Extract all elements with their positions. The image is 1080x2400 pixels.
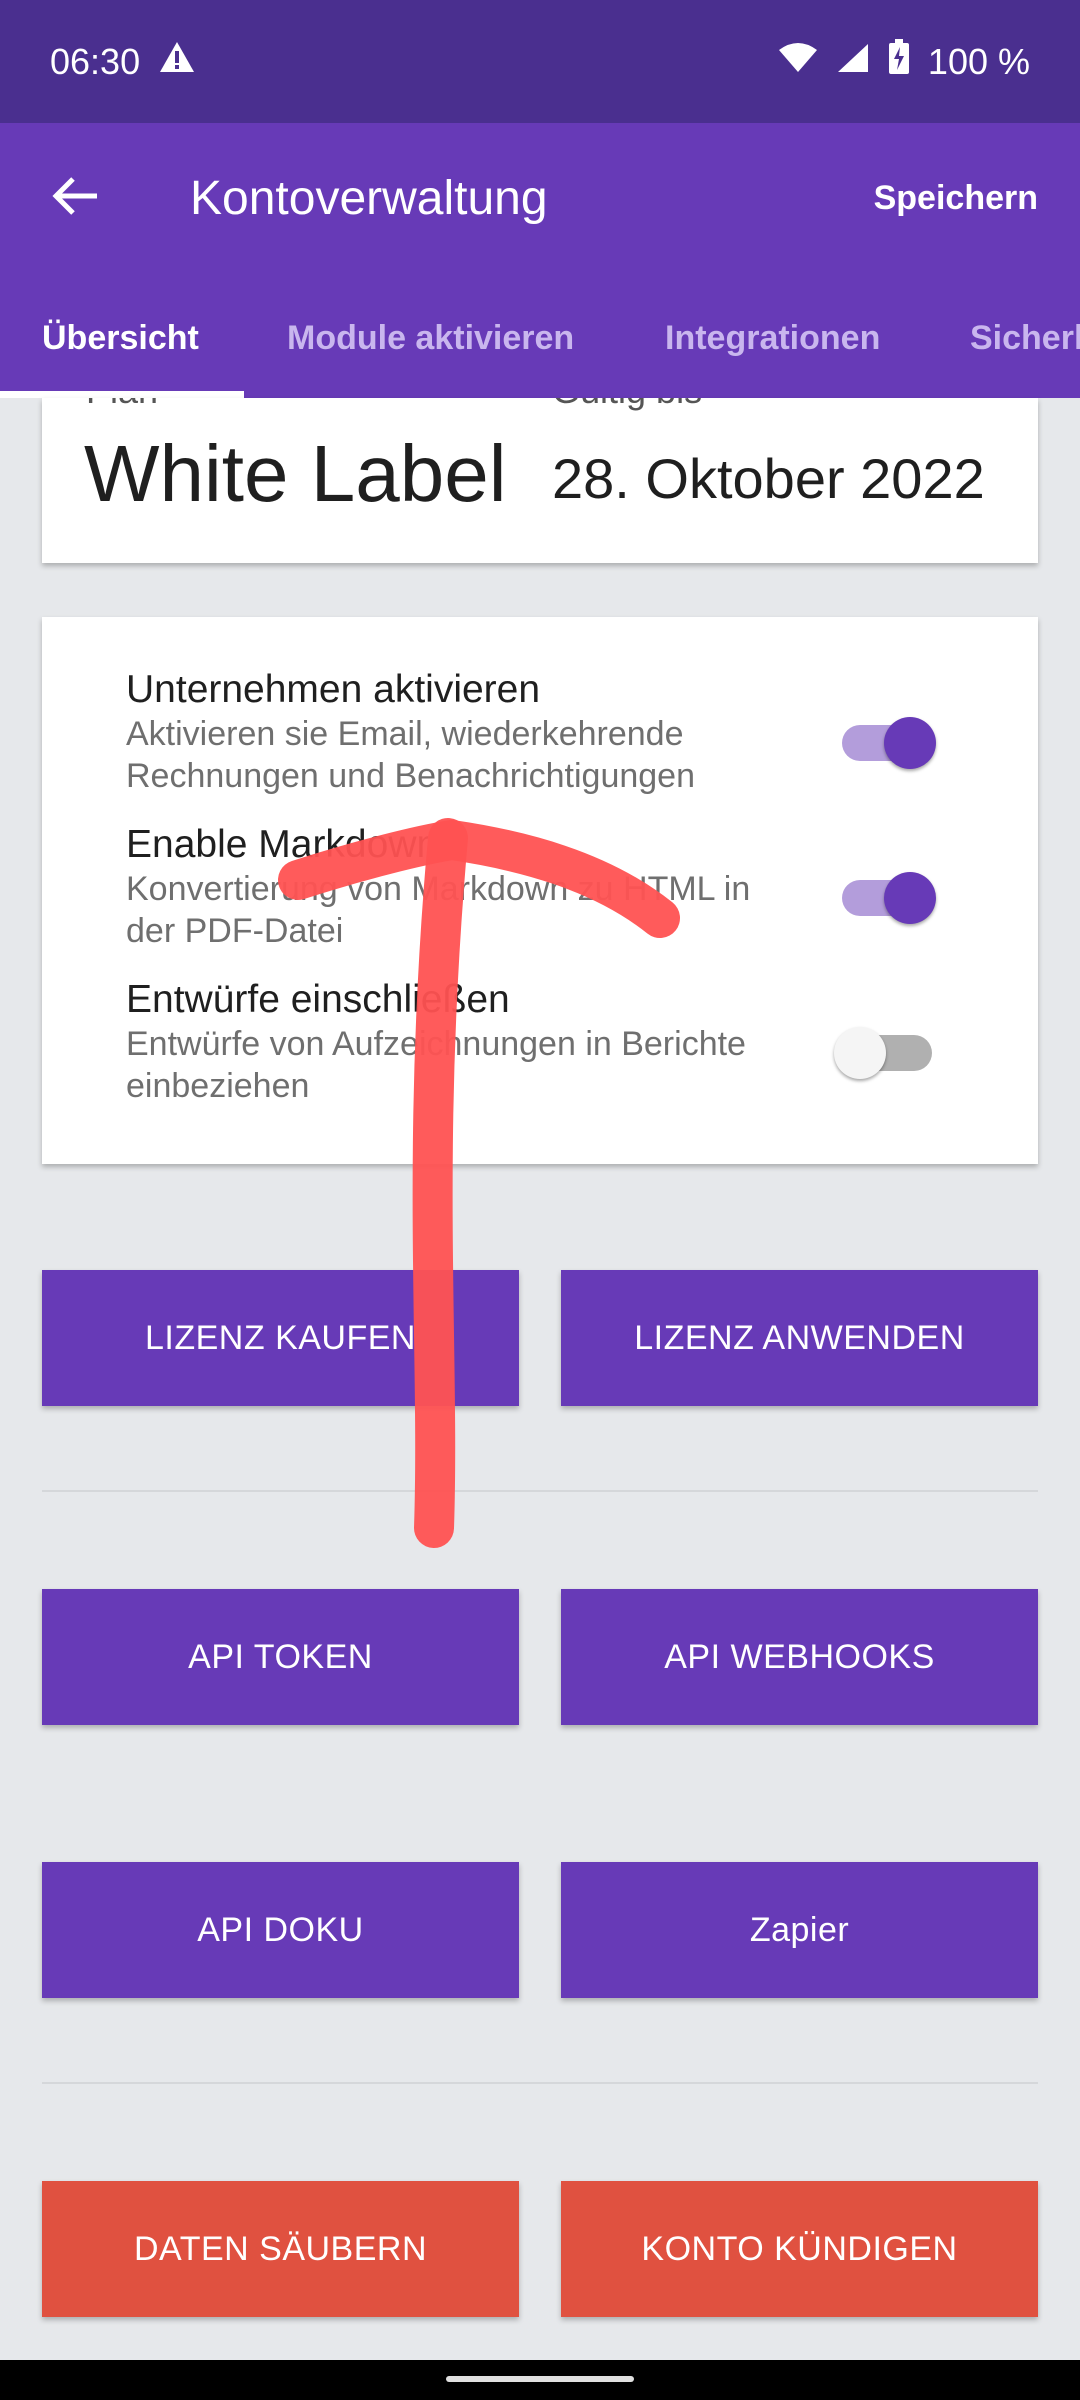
tab-security[interactable]: Sicherh bbox=[970, 273, 1080, 398]
tab-indicator bbox=[0, 391, 244, 398]
plan-value: White Label bbox=[84, 429, 507, 518]
divider bbox=[42, 2082, 1038, 2084]
warning-icon bbox=[158, 40, 196, 83]
divider bbox=[42, 1490, 1038, 1492]
battery-charging-icon bbox=[888, 39, 910, 84]
buy-license-button[interactable]: LIZENZ KAUFEN bbox=[42, 1270, 519, 1406]
setting-description: Aktivieren sie Email, wiederkehrende Rec… bbox=[126, 715, 696, 795]
api-webhooks-button[interactable]: API WEBHOOKS bbox=[561, 1589, 1038, 1725]
tab-modules[interactable]: Module aktivieren bbox=[287, 273, 574, 398]
setting-include-drafts: Entwürfe einschließen Entwürfe von Aufze… bbox=[126, 977, 806, 1107]
system-nav-bar bbox=[0, 2360, 1080, 2400]
enable-company-toggle[interactable] bbox=[832, 705, 942, 769]
app-bar: Kontoverwaltung Speichern Übersicht Modu… bbox=[0, 123, 1080, 398]
tab-bar: Übersicht Module aktivieren Integratione… bbox=[0, 273, 1080, 398]
zapier-button[interactable]: Zapier bbox=[561, 1862, 1038, 1998]
home-gesture-handle[interactable] bbox=[446, 2376, 634, 2382]
valid-until-label: Gültig bis bbox=[552, 398, 702, 412]
back-button[interactable] bbox=[40, 163, 110, 233]
tab-integrations[interactable]: Integrationen bbox=[665, 273, 880, 398]
enable-markdown-toggle[interactable] bbox=[832, 860, 942, 924]
setting-description: Konvertierung von Markdown zu HTML in de… bbox=[126, 870, 751, 950]
setting-title: Entwürfe einschließen bbox=[126, 978, 510, 1021]
setting-title: Unternehmen aktivieren bbox=[126, 668, 541, 711]
tab-overview[interactable]: Übersicht bbox=[42, 273, 199, 398]
battery-level: 100 % bbox=[927, 40, 1030, 82]
wifi-icon bbox=[778, 41, 818, 83]
setting-description: Entwürfe von Aufzeichnungen in Berichte … bbox=[126, 1025, 746, 1105]
status-time: 06:30 bbox=[50, 40, 141, 82]
api-token-button[interactable]: API TOKEN bbox=[42, 1589, 519, 1725]
status-bar: 06:30 100 % bbox=[0, 0, 1080, 123]
purge-data-button[interactable]: DATEN SÄUBERN bbox=[42, 2181, 519, 2317]
api-docs-button[interactable]: API DOKU bbox=[42, 1862, 519, 1998]
save-button[interactable]: Speichern bbox=[874, 179, 1038, 218]
include-drafts-toggle[interactable] bbox=[832, 1015, 942, 1079]
signal-icon bbox=[836, 41, 870, 83]
setting-enable-markdown: Enable Markdown Konvertierung von Markdo… bbox=[126, 822, 806, 952]
apply-license-button[interactable]: LIZENZ ANWENDEN bbox=[561, 1270, 1038, 1406]
setting-enable-company: Unternehmen aktivieren Aktivieren sie Em… bbox=[126, 667, 806, 797]
plan-label: Plan bbox=[86, 398, 158, 412]
setting-title: Enable Markdown bbox=[126, 823, 439, 866]
settings-card: Unternehmen aktivieren Aktivieren sie Em… bbox=[42, 617, 1038, 1164]
plan-card: Plan White Label Gültig bis 28. Oktober … bbox=[42, 398, 1038, 563]
cancel-account-button[interactable]: KONTO KÜNDIGEN bbox=[561, 2181, 1038, 2317]
page-title: Kontoverwaltung bbox=[190, 172, 548, 225]
arrow-left-icon bbox=[51, 176, 99, 221]
valid-until-value: 28. Oktober 2022 bbox=[552, 447, 985, 510]
